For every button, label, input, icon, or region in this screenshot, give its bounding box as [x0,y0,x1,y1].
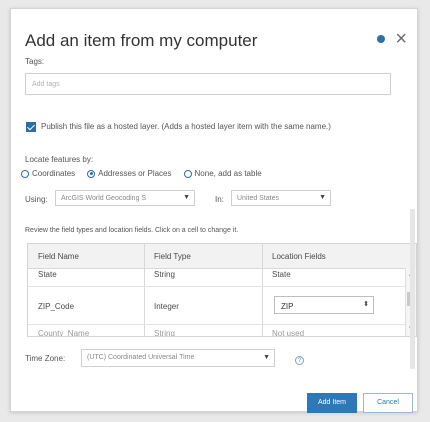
using-label: Using: [25,195,48,204]
chevron-updown-icon: ⬍ [363,301,369,308]
cell-field-name: State [38,270,57,279]
radio-none-label: None, add as table [194,169,262,178]
timezone-select-value: (UTC) Coordinated Universal Time [87,354,195,361]
country-select-value: United States [237,195,280,202]
geocoder-select[interactable]: ArcGIS World Geocoding S ▼ [55,190,195,206]
header-field-name: Field Name [38,252,79,261]
table-row[interactable]: State String State [28,268,406,287]
table-row[interactable]: ZIP_Code Integer ZIP ⬍ [28,286,406,325]
cell-field-name: ZIP_Code [38,302,75,311]
radio-none-dot[interactable] [183,169,192,178]
dialog-title: Add an item from my computer [25,31,258,50]
table-row[interactable]: County_Name String Not used [28,324,406,337]
chevron-down-icon: ▼ [319,194,326,201]
header-icons: × [377,29,407,49]
cell-field-type: String [154,329,175,337]
timezone-label: Time Zone: [25,354,66,363]
dialog-scrollbar[interactable] [410,209,415,369]
add-item-dialog: Add an item from my computer × Tags: Add… [10,8,418,413]
geocoder-select-value: ArcGIS World Geocoding S [61,195,147,202]
location-field-select[interactable]: ZIP ⬍ [274,296,374,314]
radio-addresses[interactable]: Addresses or Places [87,169,172,178]
review-instructions: Review the field types and location fiel… [25,227,239,234]
cell-location-field: Not used [272,329,305,337]
table-header: Field Name Field Type Location Fields [28,244,416,269]
chevron-down-icon: ▼ [183,194,190,201]
header-field-type: Field Type [154,252,191,261]
cancel-button[interactable]: Cancel [363,393,413,413]
in-label: In: [215,195,224,204]
timezone-select[interactable]: (UTC) Coordinated Universal Time ▼ [81,349,275,367]
chevron-down-icon: ▼ [263,354,270,361]
cell-field-type: String [154,270,175,279]
radio-coordinates-dot[interactable] [21,169,29,178]
country-select[interactable]: United States ▼ [231,190,331,206]
field-table: Field Name Field Type Location Fields St… [27,243,417,337]
radio-coordinates[interactable]: Coordinates [21,169,75,178]
radio-addresses-label: Addresses or Places [98,169,172,178]
tags-label: Tags: [25,57,45,66]
radio-addresses-dot[interactable] [87,169,96,178]
info-dot-icon[interactable] [377,35,386,43]
close-icon[interactable]: × [395,29,407,49]
location-field-select-value: ZIP [281,302,294,311]
cell-field-name: County_Name [38,329,90,337]
publish-label: Publish this file as a hosted layer. (Ad… [41,122,331,131]
locate-label: Locate features by: [25,155,94,164]
header-location-fields: Location Fields [272,252,326,261]
cell-field-type: Integer [154,302,179,311]
radio-none[interactable]: None, add as table [183,169,262,178]
publish-checkbox[interactable] [26,122,36,132]
locate-radio-group: Coordinates Addresses or Places None, ad… [21,169,262,178]
help-icon[interactable]: ? [295,356,304,365]
radio-coordinates-label: Coordinates [32,169,76,178]
add-item-button[interactable]: Add Item [307,393,357,413]
tags-input[interactable]: Add tags [25,73,391,95]
cell-location-field: State [272,270,291,279]
